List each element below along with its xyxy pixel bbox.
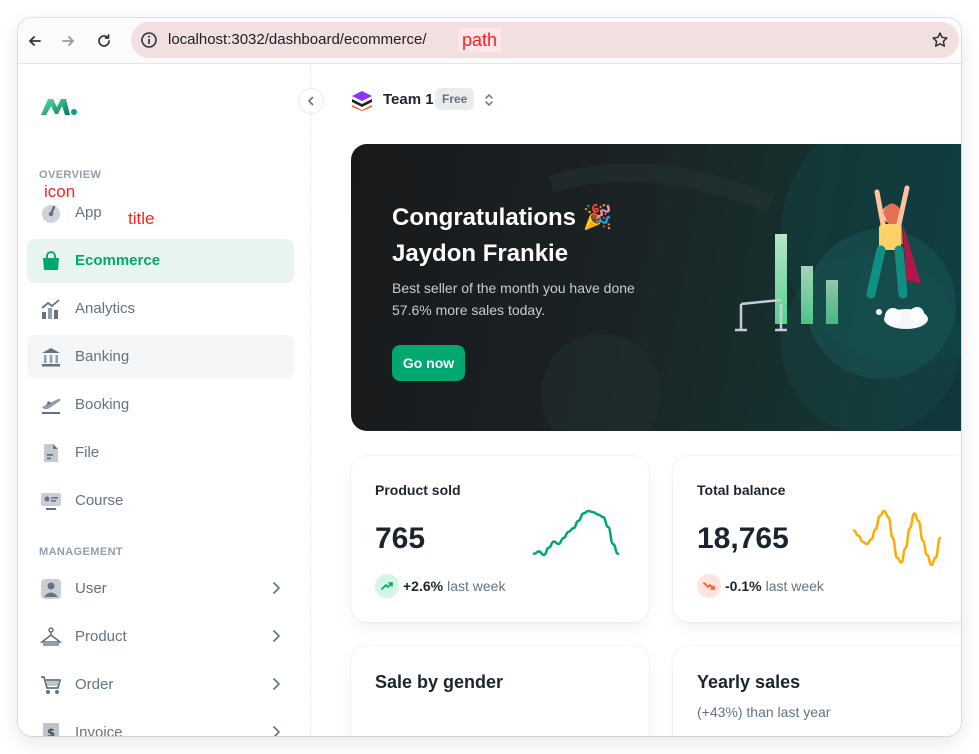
sidebar-item-product[interactable]: Product [27, 615, 294, 659]
browser-toolbar: localhost:3032/dashboard/ecommerce/ path [18, 18, 961, 64]
management-section-label: MANAGEMENT [39, 546, 124, 558]
chevron-left-icon [308, 96, 314, 106]
sparkline-series [852, 509, 942, 567]
sidebar-item-file[interactable]: File [27, 431, 294, 475]
sidebar-item-label: Course [75, 492, 124, 509]
overview-section-label: OVERVIEW [39, 169, 102, 181]
banner-description: Best seller of the month you have done 5… [392, 280, 635, 318]
sidebar-item-label: Booking [75, 396, 130, 413]
svg-text:$: $ [47, 726, 55, 736]
stat-card-total-balance: Total balance 18,765 -0.1% last week [673, 456, 961, 622]
stat-period: last week [765, 578, 824, 594]
sidebar-item-label: Banking [75, 348, 130, 365]
path-annotation: path [458, 28, 502, 52]
sidebar-item-label: Analytics [75, 300, 136, 317]
course-icon [40, 490, 62, 512]
chevron-right-icon [268, 676, 284, 692]
bookmark-star-icon[interactable] [929, 29, 951, 51]
sidebar-item-user[interactable]: User [27, 567, 294, 611]
sidebar-item-banking[interactable]: Banking [27, 335, 294, 379]
sidebar-item-label: File [75, 444, 100, 461]
stat-trend: -0.1% last week [697, 574, 824, 598]
trend-up-icon [375, 574, 399, 598]
sidebar-item-app[interactable]: App [27, 191, 294, 235]
sidebar-item-label: App [75, 204, 102, 221]
cart-icon [40, 674, 62, 696]
invoice-icon: $ [40, 722, 62, 736]
go-now-button[interactable]: Go now [392, 345, 465, 381]
stat-change: +2.6% [403, 578, 444, 594]
forward-arrow-icon[interactable] [56, 29, 80, 53]
sidebar-item-analytics[interactable]: Analytics [27, 287, 294, 331]
analytics-chart-icon [40, 298, 62, 320]
banner-title-line1: Congratulations 🎉 [392, 204, 613, 231]
yearly-sales-card: Yearly sales (+43%) than last year [673, 646, 961, 736]
sidebar-item-course[interactable]: Course [27, 479, 294, 523]
sidebar-item-booking[interactable]: Booking [27, 383, 294, 427]
sidebar: OVERVIEW icon title App Ecommerce Analyt… [18, 64, 311, 736]
card-heading: Yearly sales [697, 672, 801, 692]
reload-icon[interactable] [92, 29, 116, 53]
speedometer-icon [40, 202, 62, 224]
plan-badge: Free [435, 88, 475, 110]
celebration-illustration [735, 185, 956, 379]
card-subheading: (+43%) than last year [697, 704, 831, 720]
sidebar-item-label: User [75, 580, 107, 597]
sidebar-collapse-button[interactable] [298, 88, 324, 114]
card-heading: Sale by gender [375, 672, 504, 692]
banner-title: Congratulations 🎉 Jaydon Frankie [392, 200, 692, 272]
sparkline-series [532, 509, 620, 557]
bank-icon [40, 346, 62, 368]
file-icon [40, 442, 62, 464]
sale-by-gender-card: Sale by gender [351, 646, 649, 736]
brand-logo[interactable] [39, 94, 79, 118]
stat-change: -0.1% [725, 578, 762, 594]
chevron-up-down-icon [481, 91, 497, 109]
user-icon [40, 578, 62, 600]
stat-title: Total balance [697, 482, 786, 498]
banner-title-line2: Jaydon Frankie [392, 240, 569, 267]
url-text[interactable]: localhost:3032/dashboard/ecommerce/ [168, 31, 427, 48]
shopping-bag-icon [40, 250, 62, 272]
stat-card-product-sold: Product sold 765 +2.6% last week [351, 456, 649, 622]
trend-down-icon [697, 574, 721, 598]
sidebar-item-label: Product [75, 628, 127, 645]
sidebar-item-ecommerce[interactable]: Ecommerce [27, 239, 294, 283]
team-name: Team 1 [383, 91, 434, 108]
chevron-right-icon [268, 628, 284, 644]
chevron-right-icon [268, 724, 284, 736]
stat-period: last week [447, 578, 506, 594]
sidebar-item-label: Invoice [75, 724, 123, 736]
stat-value: 765 [375, 522, 426, 555]
welcome-banner: Congratulations 🎉 Jaydon Frankie Best se… [351, 144, 961, 431]
sidebar-item-label: Ecommerce [75, 252, 161, 269]
stat-trend: +2.6% last week [375, 574, 505, 598]
sidebar-item-order[interactable]: Order [27, 663, 294, 707]
airplane-icon [40, 394, 62, 416]
sparkline-chart [532, 509, 620, 557]
team-logo-icon [351, 90, 373, 112]
back-arrow-icon[interactable] [23, 29, 47, 53]
sparkline-chart [852, 509, 942, 567]
browser-window: localhost:3032/dashboard/ecommerce/ path… [18, 18, 961, 736]
sidebar-item-invoice[interactable]: $ Invoice [27, 711, 294, 736]
sidebar-item-label: Order [75, 676, 114, 693]
site-info-icon[interactable] [139, 30, 159, 50]
address-bar[interactable]: localhost:3032/dashboard/ecommerce/ path [131, 22, 959, 58]
hanger-icon [39, 626, 63, 648]
chevron-right-icon [268, 580, 284, 596]
stat-title: Product sold [375, 482, 461, 498]
stat-value: 18,765 [697, 522, 789, 555]
